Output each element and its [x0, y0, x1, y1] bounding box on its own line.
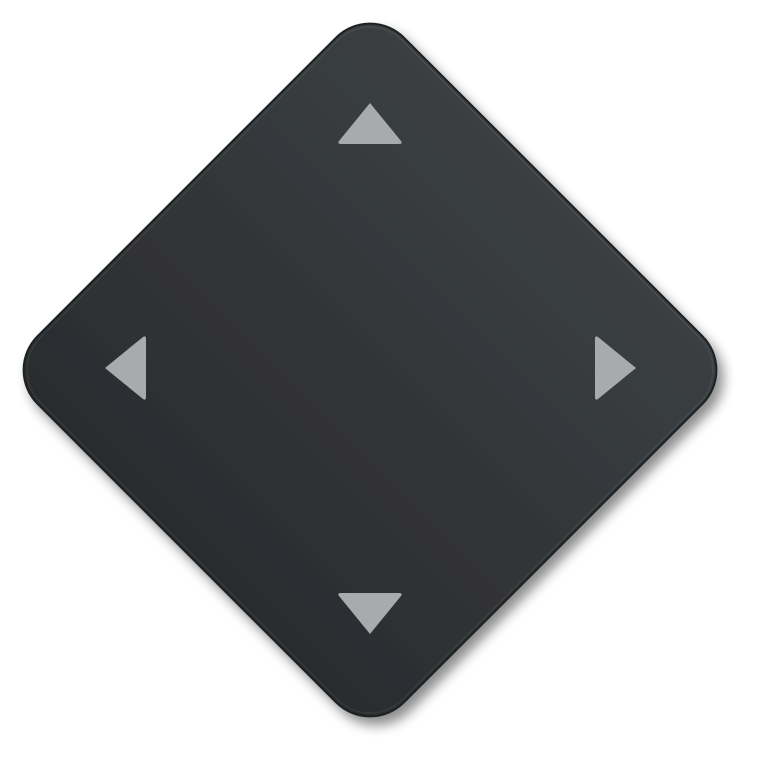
- directional-pad: [22, 22, 718, 718]
- dpad-stage: [0, 0, 758, 761]
